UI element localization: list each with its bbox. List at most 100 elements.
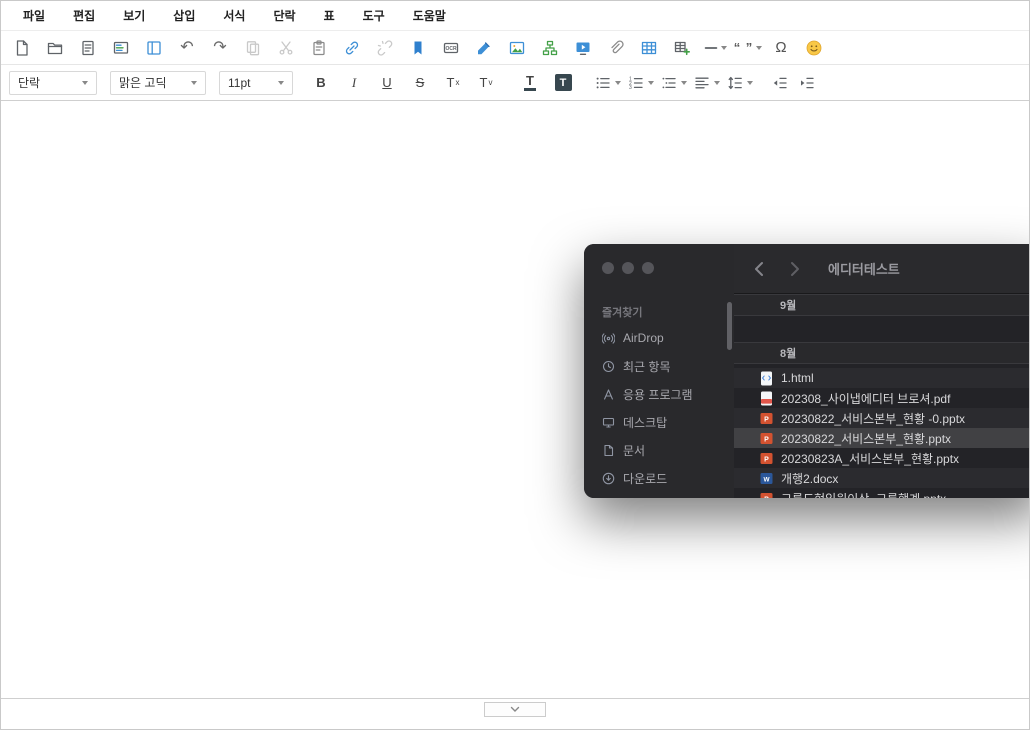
menu-help[interactable]: 도움말 bbox=[399, 7, 460, 24]
bold-button[interactable]: B bbox=[306, 70, 336, 96]
undo-button[interactable]: ↶ bbox=[172, 35, 202, 61]
numbered-list-button[interactable]: 123 bbox=[625, 70, 655, 96]
menu-paragraph[interactable]: 단락 bbox=[259, 7, 309, 24]
file-name: 20230822_서비스본부_현황.pptx bbox=[781, 430, 951, 447]
sidebar-item-airdrop[interactable]: AirDrop bbox=[584, 324, 734, 352]
sidebar-item-downloads[interactable]: 다운로드 bbox=[584, 464, 734, 492]
font-family-dropdown[interactable]: 맑은 고딕 bbox=[110, 71, 206, 95]
close-window-button[interactable] bbox=[602, 262, 614, 274]
chevron-down-icon bbox=[615, 81, 621, 85]
file-row[interactable]: P 20230822_서비스본부_현황 -0.pptx bbox=[734, 408, 1030, 428]
bookmark-button[interactable] bbox=[403, 35, 433, 61]
clear-format-icon: T bbox=[447, 76, 455, 89]
table-button[interactable] bbox=[634, 35, 664, 61]
quote-button[interactable]: “ ” bbox=[733, 35, 763, 61]
file-row[interactable]: W 개행2.docx bbox=[734, 468, 1030, 488]
text-color-letter: T bbox=[526, 74, 534, 87]
menu-tools[interactable]: 도구 bbox=[349, 7, 399, 24]
menu-view[interactable]: 보기 bbox=[109, 7, 159, 24]
sidebar-heading-favorites: 즐겨찾기 bbox=[602, 304, 734, 320]
omega-icon: Ω bbox=[775, 40, 786, 55]
file-row[interactable]: 202308_사이냅에디터 브로셔.pdf bbox=[734, 388, 1030, 408]
text-color-bar bbox=[524, 88, 536, 91]
paragraph-style-dropdown[interactable]: 단락 bbox=[9, 71, 97, 95]
link-button[interactable] bbox=[337, 35, 367, 61]
ocr-button[interactable]: OCR bbox=[436, 35, 466, 61]
bullet-list-icon bbox=[594, 74, 612, 92]
open-button[interactable] bbox=[40, 35, 70, 61]
zoom-window-button[interactable] bbox=[642, 262, 654, 274]
document-icon bbox=[602, 444, 615, 457]
new-document-button[interactable] bbox=[7, 35, 37, 61]
word-file-icon: W bbox=[760, 471, 773, 486]
menu-file[interactable]: 파일 bbox=[9, 7, 59, 24]
file-section-header: 8월 bbox=[734, 342, 1030, 364]
file-row-selected[interactable]: P 20230822_서비스본부_현황.pptx bbox=[734, 428, 1030, 448]
emoji-button[interactable] bbox=[799, 35, 829, 61]
link-icon bbox=[343, 39, 361, 57]
special-character-button[interactable]: Ω bbox=[766, 35, 796, 61]
clear-format-sub: x bbox=[455, 78, 459, 87]
file-name: 202308_사이냅에디터 브로셔.pdf bbox=[781, 390, 950, 407]
decrease-indent-button[interactable] bbox=[768, 70, 792, 96]
image-button[interactable] bbox=[502, 35, 532, 61]
redo-button[interactable]: ↷ bbox=[205, 35, 235, 61]
font-size-dropdown[interactable]: 11pt bbox=[219, 71, 293, 95]
chevron-down-icon bbox=[721, 46, 727, 50]
line-spacing-button[interactable] bbox=[724, 70, 754, 96]
bullet-list-button[interactable] bbox=[592, 70, 622, 96]
clear-format-button[interactable]: Tx bbox=[438, 70, 468, 96]
underline-button[interactable]: U bbox=[372, 70, 402, 96]
multilevel-list-button[interactable] bbox=[658, 70, 688, 96]
menu-bar: 파일 편집 보기 삽입 서식 단락 표 도구 도움말 bbox=[1, 1, 1029, 31]
file-row[interactable]: 1.html bbox=[734, 368, 1030, 388]
fullscreen-button[interactable] bbox=[139, 35, 169, 61]
unlink-button[interactable] bbox=[370, 35, 400, 61]
sidebar-item-applications[interactable]: 응용 프로그램 bbox=[584, 380, 734, 408]
copy-button[interactable] bbox=[238, 35, 268, 61]
document-button[interactable] bbox=[73, 35, 103, 61]
svg-text:W: W bbox=[763, 476, 770, 483]
increase-indent-button[interactable] bbox=[795, 70, 819, 96]
sidebar-item-desktop[interactable]: 데스크탑 bbox=[584, 408, 734, 436]
strikethrough-button[interactable]: S bbox=[405, 70, 435, 96]
text-color-button[interactable]: T bbox=[515, 70, 545, 96]
menu-edit[interactable]: 편집 bbox=[59, 7, 109, 24]
text-style-button[interactable]: Tv bbox=[471, 70, 501, 96]
ocr-icon: OCR bbox=[442, 39, 460, 57]
preview-button[interactable] bbox=[106, 35, 136, 61]
sidebar-item-recents[interactable]: 최근 항목 bbox=[584, 352, 734, 380]
menu-format[interactable]: 서식 bbox=[209, 7, 259, 24]
collapse-toolbar-button[interactable] bbox=[484, 702, 546, 717]
chevron-down-icon bbox=[756, 46, 762, 50]
cut-button[interactable] bbox=[271, 35, 301, 61]
diagram-button[interactable] bbox=[535, 35, 565, 61]
file-row[interactable]: P 20230823A_서비스본부_현황.pptx bbox=[734, 448, 1030, 468]
video-button[interactable] bbox=[568, 35, 598, 61]
forward-button[interactable] bbox=[784, 256, 806, 282]
file-row[interactable]: P 그룹드현임원이상_그룹핵계.pptx bbox=[734, 488, 1030, 498]
minimize-window-button[interactable] bbox=[622, 262, 634, 274]
chevron-down-icon bbox=[191, 81, 197, 85]
align-button[interactable] bbox=[691, 70, 721, 96]
back-button[interactable] bbox=[748, 256, 770, 282]
background-color-button[interactable]: T bbox=[548, 70, 578, 96]
strikethrough-icon: S bbox=[416, 76, 425, 89]
sidebar-item-home[interactable]: bmjin bbox=[584, 492, 734, 498]
add-table-button[interactable] bbox=[667, 35, 697, 61]
preview-icon bbox=[112, 39, 130, 57]
ppt-file-icon: P bbox=[760, 431, 773, 446]
sidebar-item-documents[interactable]: 문서 bbox=[584, 436, 734, 464]
diagram-icon bbox=[541, 39, 559, 57]
italic-button[interactable]: I bbox=[339, 70, 369, 96]
sidebar-scrollbar[interactable] bbox=[727, 302, 732, 350]
chevron-down-icon bbox=[278, 81, 284, 85]
attachment-button[interactable] bbox=[601, 35, 631, 61]
paste-button[interactable] bbox=[304, 35, 334, 61]
menu-table[interactable]: 표 bbox=[310, 7, 349, 24]
emoji-icon bbox=[805, 39, 823, 57]
highlighter-button[interactable] bbox=[469, 35, 499, 61]
pdf-file-icon bbox=[760, 391, 773, 406]
menu-insert[interactable]: 삽입 bbox=[159, 7, 209, 24]
horizontal-line-button[interactable] bbox=[700, 35, 730, 61]
